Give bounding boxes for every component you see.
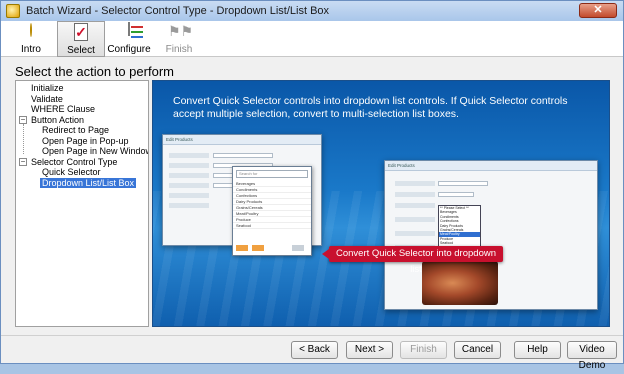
video-demo-button[interactable]: Video Demo: [567, 341, 617, 371]
before-screenshot-header: Edit Products: [163, 135, 321, 145]
wizard-steps-toolbar: Intro ✓ Select Configure ⚑⚑ Finish: [1, 21, 623, 57]
help-button[interactable]: Help: [514, 341, 561, 359]
tree-item-selector-control-type[interactable]: − Selector Control Type: [16, 157, 148, 168]
batch-wizard-window: Batch Wizard - Selector Control Type - D…: [0, 0, 624, 371]
app-icon: [6, 4, 20, 18]
tree-item-open-page-in-new-window[interactable]: Open Page in New Window: [16, 146, 148, 157]
action-tree[interactable]: Initialize Validate WHERE Clause − Butto…: [15, 80, 149, 327]
step-configure[interactable]: Configure: [105, 21, 153, 57]
demo-description: Convert Quick Selector controls into dro…: [173, 95, 568, 120]
after-screenshot: Edit Products ** Please Select ** Bevera…: [384, 160, 598, 310]
title-bar: Batch Wizard - Selector Control Type - D…: [1, 1, 623, 21]
close-button[interactable]: ✕: [579, 3, 617, 18]
demo-preview-panel: Convert Quick Selector controls into dro…: [152, 80, 610, 327]
back-button[interactable]: < Back: [291, 341, 338, 359]
page-heading: Select the action to perform: [15, 64, 174, 79]
step-select[interactable]: ✓ Select: [57, 21, 105, 57]
tree-item-redirect-to-page[interactable]: Redirect to Page: [16, 125, 148, 136]
tree-item-where-clause[interactable]: WHERE Clause: [16, 104, 148, 115]
finish-button: Finish: [400, 341, 447, 359]
configure-icon: [118, 22, 143, 43]
lightbulb-icon: [20, 23, 42, 43]
step-finish: ⚑⚑ Finish: [155, 21, 203, 57]
product-photo: [422, 261, 498, 305]
window-title: Batch Wizard - Selector Control Type - D…: [26, 5, 330, 17]
step-intro-label: Intro: [20, 44, 41, 55]
tree-item-initialize[interactable]: Initialize: [16, 83, 148, 94]
tree-item-quick-selector[interactable]: Quick Selector: [16, 167, 148, 178]
step-configure-label: Configure: [107, 44, 151, 55]
tree-item-open-page-in-popup[interactable]: Open Page in Pop-up: [16, 136, 148, 147]
step-finish-label: Finish: [165, 44, 193, 55]
dropdown-item: Seafood: [440, 241, 454, 246]
checkered-flag-icon: ⚑⚑: [168, 23, 194, 39]
wizard-button-bar: < Back Next > Finish Cancel Help Video D…: [1, 335, 623, 371]
cancel-button[interactable]: Cancel: [454, 341, 501, 359]
checkbox-icon: ✓: [74, 23, 88, 41]
collapse-icon[interactable]: −: [19, 115, 27, 124]
step-intro[interactable]: Intro: [7, 21, 55, 57]
tree-item-validate[interactable]: Validate: [16, 94, 148, 105]
quick-selector-popup: Search for Beverages Condiments Confecti…: [232, 166, 312, 256]
collapse-icon[interactable]: −: [19, 157, 27, 166]
tree-item-dropdown-list-box[interactable]: Dropdown List/List Box: [16, 177, 148, 189]
next-button[interactable]: Next >: [346, 341, 393, 359]
tree-item-button-action[interactable]: − Button Action: [16, 115, 148, 126]
after-screenshot-header: Edit Products: [385, 161, 597, 171]
popup-search-input: Search for: [236, 170, 308, 178]
callout-label: Convert Quick Selector into dropdown lis…: [322, 246, 503, 275]
step-select-label: Select: [67, 45, 95, 56]
list-item: Seafood: [233, 223, 311, 229]
